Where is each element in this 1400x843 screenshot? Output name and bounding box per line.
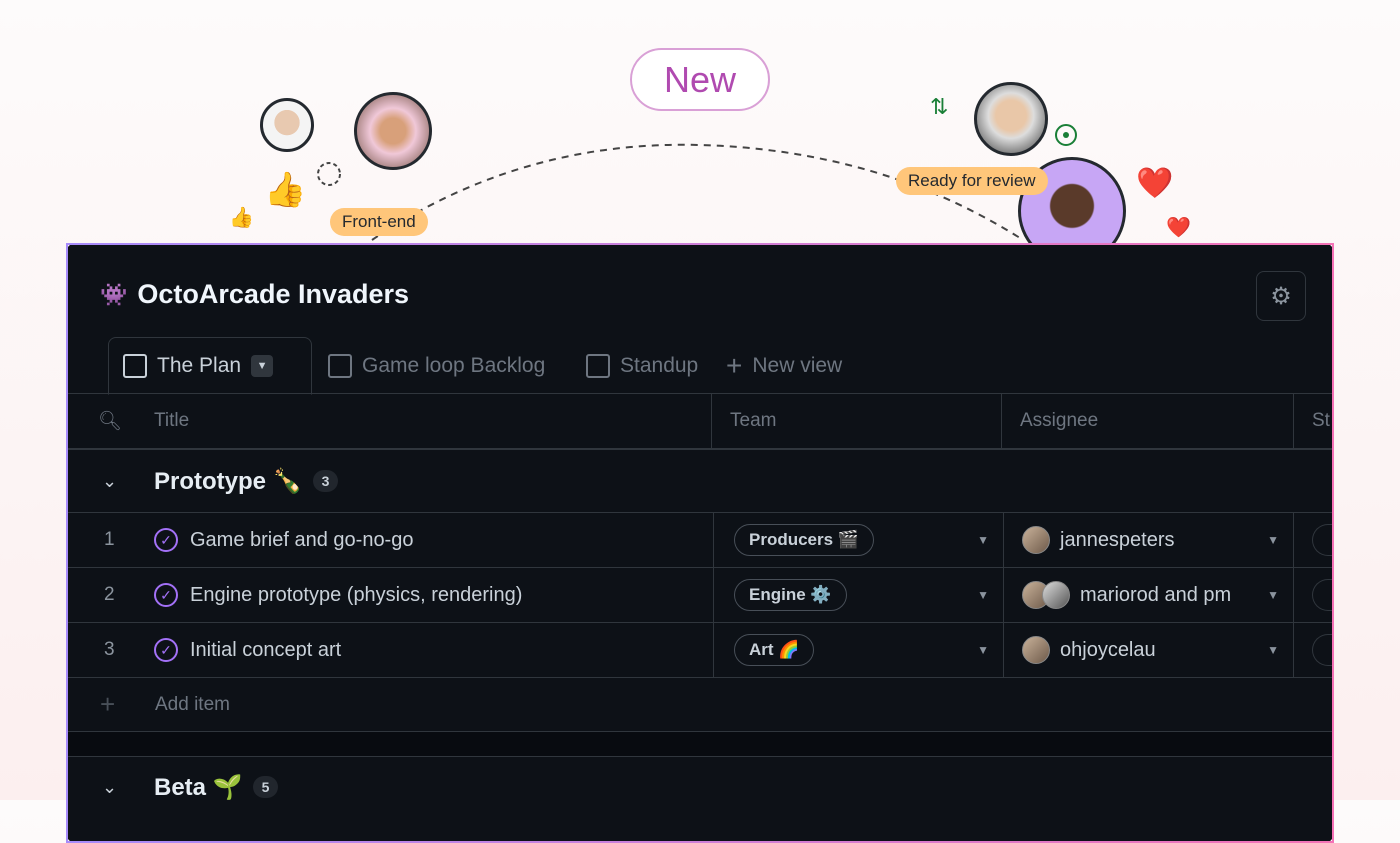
issue-closed-icon: ✓ xyxy=(154,528,178,552)
status-cell[interactable] xyxy=(1293,623,1332,677)
chevron-down-icon[interactable]: ⌄ xyxy=(102,450,117,512)
assignee-cell[interactable]: jannespeters ▼ xyxy=(1003,513,1293,567)
assignee-name: ohjoycelau xyxy=(1060,638,1156,661)
plus-icon: + xyxy=(726,349,743,381)
dropdown-caret-icon[interactable]: ▼ xyxy=(977,588,989,602)
team-label: Producers 🎬 xyxy=(734,524,874,556)
assignee-cell[interactable]: mariorod and pm ▼ xyxy=(1003,568,1293,622)
table-row[interactable]: 1 ✓ Game brief and go-no-go Producers 🎬 … xyxy=(68,513,1332,568)
row-number: 2 xyxy=(104,584,115,605)
settings-button[interactable]: ⚙ xyxy=(1256,271,1306,321)
table-icon xyxy=(328,353,352,378)
team-cell[interactable]: Engine ⚙️ ▼ xyxy=(713,568,1003,622)
status-pill[interactable] xyxy=(1312,579,1332,611)
column-header-team[interactable]: Team xyxy=(711,394,1001,448)
issue-closed-icon: ✓ xyxy=(154,638,178,662)
item-count: 3 xyxy=(312,470,339,492)
pull-request-icon: ⇅ xyxy=(930,94,949,119)
thumbs-up-icon: 👍 xyxy=(229,207,254,229)
plus-icon: + xyxy=(100,689,116,719)
space-invader-icon: 👾 xyxy=(100,281,128,307)
table-icon xyxy=(123,354,147,378)
avatar xyxy=(354,92,432,170)
new-view-button[interactable]: + New view xyxy=(726,337,842,394)
avatar xyxy=(260,98,314,152)
group-separator xyxy=(68,732,1332,757)
dashed-arc xyxy=(317,124,1077,241)
view-options-button[interactable]: ▼ xyxy=(251,355,274,377)
team-label: Art 🌈 xyxy=(734,634,815,666)
status-pill[interactable] xyxy=(1312,634,1332,666)
status-cell[interactable] xyxy=(1293,513,1332,567)
status-pill[interactable] xyxy=(1312,524,1332,556)
avatar xyxy=(1022,636,1050,664)
team-label: Engine ⚙️ xyxy=(734,579,847,611)
dropdown-caret-icon[interactable]: ▼ xyxy=(977,533,989,547)
view-tabs: The Plan ▼ Game loop Backlog Standup + N… xyxy=(68,337,1332,395)
thumbs-up-icon: 👍 xyxy=(264,171,307,209)
table-header: 🔍︎ Title Team Assignee St xyxy=(68,394,1332,450)
assignee-name: jannespeters xyxy=(1060,528,1175,551)
front-end-tag: Front-end xyxy=(330,208,428,236)
item-title[interactable]: Initial concept art xyxy=(190,639,341,662)
column-header-title[interactable]: Title xyxy=(154,394,189,448)
group-header-beta[interactable]: ⌄ Beta 🌱 5 xyxy=(68,757,1332,817)
search-icon[interactable]: 🔍︎ xyxy=(98,394,122,448)
team-cell[interactable]: Art 🌈 ▼ xyxy=(713,623,1003,677)
group-header-prototype[interactable]: ⌄ Prototype 🍾 3 xyxy=(68,450,1332,513)
dropdown-caret-icon[interactable]: ▼ xyxy=(1267,533,1279,547)
dropdown-caret-icon[interactable]: ▼ xyxy=(977,643,989,657)
heart-icon: ❤️ xyxy=(1136,167,1174,200)
column-header-status[interactable]: St xyxy=(1293,394,1330,448)
item-title[interactable]: Engine prototype (physics, rendering) xyxy=(190,584,522,607)
dropdown-caret-icon[interactable]: ▼ xyxy=(1267,588,1279,602)
project-card: 👾 OctoArcade Invaders ⚙ The Plan ▼ Game … xyxy=(66,243,1334,843)
avatar xyxy=(974,82,1048,156)
ready-for-review-tag: Ready for review xyxy=(896,167,1048,195)
avatar xyxy=(1022,526,1050,554)
board-icon xyxy=(586,353,610,378)
table-row[interactable]: 3 ✓ Initial concept art Art 🌈 ▼ ohjoycel… xyxy=(68,623,1332,678)
assignee-cell[interactable]: ohjoycelau ▼ xyxy=(1003,623,1293,677)
tab-the-plan[interactable]: The Plan ▼ xyxy=(108,337,312,395)
table-row[interactable]: 2 ✓ Engine prototype (physics, rendering… xyxy=(68,568,1332,623)
avatar xyxy=(1042,581,1070,609)
project-title: 👾 OctoArcade Invaders xyxy=(100,279,410,309)
tab-standup[interactable]: Standup xyxy=(586,337,698,394)
issue-closed-icon: ✓ xyxy=(154,583,178,607)
status-cell[interactable] xyxy=(1293,568,1332,622)
gear-icon: ⚙ xyxy=(1270,282,1292,310)
item-title[interactable]: Game brief and go-no-go xyxy=(190,529,413,552)
dropdown-caret-icon[interactable]: ▼ xyxy=(1267,643,1279,657)
column-header-assignee[interactable]: Assignee xyxy=(1001,394,1293,448)
item-count: 5 xyxy=(252,776,279,798)
team-cell[interactable]: Producers 🎬 ▼ xyxy=(713,513,1003,567)
new-badge: New xyxy=(630,48,770,111)
add-item-row[interactable]: + Add item xyxy=(68,678,1332,732)
assignee-name: mariorod and pm xyxy=(1080,583,1232,606)
heart-icon: ❤️ xyxy=(1166,217,1191,239)
row-number: 3 xyxy=(104,639,115,660)
tab-game-loop-backlog[interactable]: Game loop Backlog xyxy=(328,337,545,394)
chevron-down-icon[interactable]: ⌄ xyxy=(102,757,117,817)
row-number: 1 xyxy=(104,529,115,550)
